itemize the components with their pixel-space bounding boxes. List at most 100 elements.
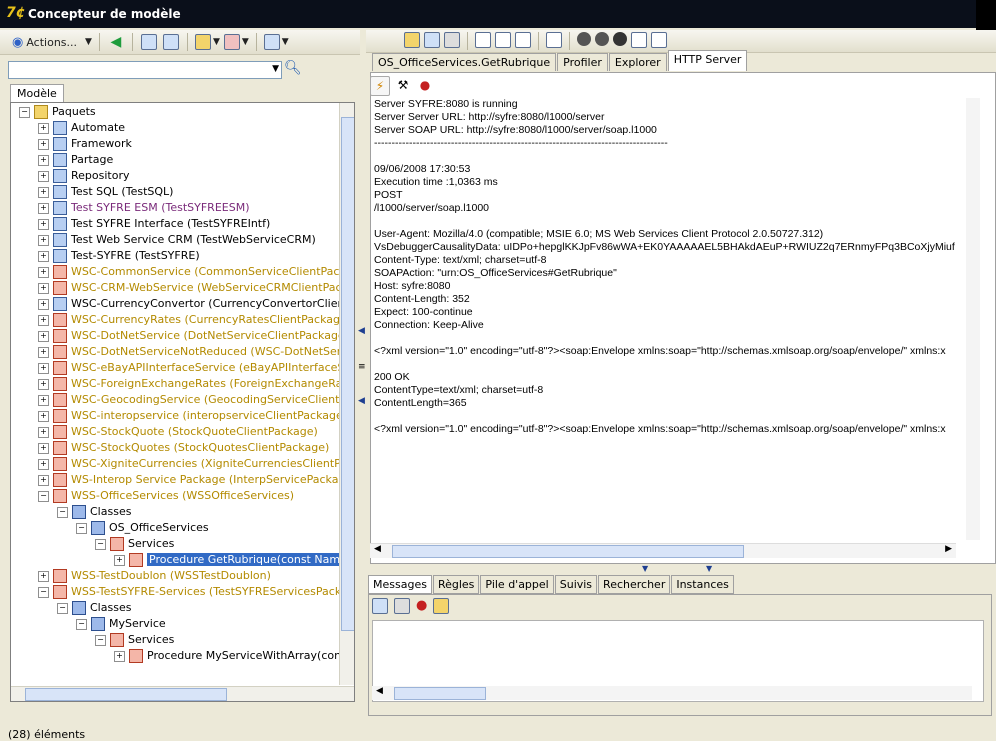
close-document-icon[interactable] xyxy=(515,32,531,48)
tree-horizontal-scrollbar-thumb[interactable] xyxy=(25,688,227,701)
tree-item[interactable]: − MyService xyxy=(76,616,166,632)
expand-icon[interactable]: + xyxy=(38,298,49,310)
expand-icon[interactable]: + xyxy=(38,282,49,294)
tree-item[interactable]: + WSC-eBayAPIInterfaceService (eBayAPIInt… xyxy=(38,360,354,376)
tree-item[interactable]: − Services xyxy=(95,536,174,552)
expand-icon[interactable]: + xyxy=(38,410,49,422)
tree-item[interactable]: + WSC-DotNetServiceNotReduced (WSC-DotNet… xyxy=(38,344,354,360)
expand-icon[interactable]: + xyxy=(38,330,49,342)
tree-item[interactable]: + WSC-CurrencyRates (CurrencyRatesClientP… xyxy=(38,312,351,328)
tools-icon[interactable]: ⚒ xyxy=(394,76,412,94)
tree-item[interactable]: − WSS-TestSYFRE-Services (TestSYFREServic… xyxy=(38,584,354,600)
tree-item[interactable]: − OS_OfficeServices xyxy=(76,520,209,536)
tab-getrubrique[interactable]: OS_OfficeServices.GetRubrique xyxy=(372,53,557,71)
expand-icon[interactable]: + xyxy=(38,138,49,150)
collapse-icon[interactable]: − xyxy=(38,586,49,598)
step-icon[interactable] xyxy=(595,32,609,46)
tab-profiler[interactable]: Profiler xyxy=(557,53,608,71)
expand-icon[interactable]: + xyxy=(114,554,125,566)
expand-icon[interactable]: + xyxy=(38,202,49,214)
expand-icon[interactable]: + xyxy=(38,250,49,262)
tree-item[interactable]: + WSC-DotNetService (DotNetServiceClientP… xyxy=(38,328,349,344)
tree-horizontal-scrollbar[interactable] xyxy=(11,686,354,701)
tree-item[interactable]: + Repository xyxy=(38,168,130,184)
run-icon[interactable] xyxy=(577,32,591,46)
settings-doc-icon[interactable] xyxy=(651,32,667,48)
tree-item[interactable]: + WSC-interopservice (interopserviceClien… xyxy=(38,408,347,424)
tree-item[interactable]: + WS-Interop Service Package (InterpServi… xyxy=(38,472,354,488)
expand-icon[interactable]: + xyxy=(38,218,49,230)
tree-root[interactable]: − Paquets xyxy=(19,104,96,120)
actions-menu-button[interactable]: ◉ Actions... ▼ xyxy=(12,33,92,51)
record-icon[interactable]: ● xyxy=(416,76,434,94)
tab-instances[interactable]: Instances xyxy=(671,575,734,594)
expand-icon[interactable]: + xyxy=(38,266,49,278)
tree-item[interactable]: + WSC-CurrencyConvertor (CurrencyConverto… xyxy=(38,296,354,312)
expand-icon[interactable]: + xyxy=(38,442,49,454)
tree-item[interactable]: + WSC-StockQuotes (StockQuotesClientPacka… xyxy=(38,440,329,456)
tree-item[interactable]: − WSS-OfficeServices (WSSOfficeServices) xyxy=(38,488,294,504)
expand-icon[interactable]: + xyxy=(38,186,49,198)
collapse-icon[interactable]: − xyxy=(38,490,49,502)
scroll-right-icon[interactable]: ▶ xyxy=(945,544,952,554)
tree-item[interactable]: + Automate xyxy=(38,120,125,136)
package-tree[interactable]: + Procedure MyServiceWithArray(const p − Se… xyxy=(10,102,355,702)
view-button[interactable]: ▼ xyxy=(263,33,289,51)
save-button[interactable] xyxy=(162,33,180,51)
tree-item[interactable]: + Procedure GetRubrique(const Name:string… xyxy=(114,552,354,568)
copy-icon[interactable] xyxy=(495,32,511,48)
search-icon[interactable]: 🔍︎ xyxy=(284,60,302,76)
tree-item[interactable]: − Classes xyxy=(57,504,131,520)
scroll-left-icon[interactable]: ◀ xyxy=(374,544,381,554)
expand-icon[interactable]: + xyxy=(38,346,49,358)
new-item-button[interactable]: ▼ xyxy=(194,33,220,51)
collapse-icon[interactable]: − xyxy=(76,618,87,630)
tree-item[interactable]: − Services xyxy=(95,632,174,648)
save-icon[interactable] xyxy=(424,32,440,48)
collapse-left-icon[interactable]: ◀ xyxy=(358,326,365,336)
tab-suivis[interactable]: Suivis xyxy=(554,575,598,594)
collapse-icon[interactable]: − xyxy=(57,602,68,614)
scroll-left-icon[interactable]: ◀ xyxy=(376,686,383,696)
record-icon[interactable]: ● xyxy=(416,598,427,614)
tab-regles[interactable]: Règles xyxy=(432,575,480,594)
tree-item[interactable]: + Test SYFRE ESM (TestSYFREESM) xyxy=(38,200,250,216)
expand-icon[interactable]: + xyxy=(38,314,49,326)
expand-icon[interactable]: + xyxy=(38,154,49,166)
document-icon[interactable] xyxy=(475,32,491,48)
tab-modele[interactable]: Modèle xyxy=(10,84,64,102)
tab-pile-appel[interactable]: Pile d'appel xyxy=(480,575,554,594)
expand-icon[interactable]: + xyxy=(38,570,49,582)
bottom-splitter[interactable]: ▼ ▼ xyxy=(636,564,716,574)
tab-rechercher[interactable]: Rechercher xyxy=(598,575,671,594)
tree-item[interactable]: + WSC-ForeignExchangeRates (ForeignExchan… xyxy=(38,376,354,392)
tree-item[interactable]: + Test-SYFRE (TestSYFRE) xyxy=(38,248,200,264)
expand-icon[interactable]: + xyxy=(38,170,49,182)
collapse-left-icon[interactable]: ◀ xyxy=(358,396,365,406)
tree-item[interactable]: + Framework xyxy=(38,136,132,152)
messages-horizontal-scrollbar[interactable]: ◀ xyxy=(372,686,972,700)
tree-item[interactable]: + WSC-StockQuote (StockQuoteClientPackage… xyxy=(38,424,318,440)
collapse-icon[interactable]: − xyxy=(57,506,68,518)
properties-icon[interactable] xyxy=(546,32,562,48)
tree-item[interactable]: + Test Web Service CRM (TestWebServiceCRM… xyxy=(38,232,316,248)
tree-item[interactable]: + WSC-CommonService (CommonServiceClientP… xyxy=(38,264,354,280)
tree-item[interactable]: − Classes xyxy=(57,600,131,616)
expand-icon[interactable]: + xyxy=(38,122,49,134)
collapse-icon[interactable]: − xyxy=(95,634,106,646)
lightning-icon[interactable]: ⚡ xyxy=(370,76,390,96)
tree-item[interactable]: + Partage xyxy=(38,152,113,168)
save-icon[interactable] xyxy=(372,598,388,614)
tree-vertical-scrollbar[interactable] xyxy=(339,103,354,685)
expand-icon[interactable]: + xyxy=(114,650,125,662)
expand-icon[interactable]: + xyxy=(38,426,49,438)
expand-icon[interactable]: + xyxy=(38,234,49,246)
tree-item[interactable]: + Test SQL (TestSQL) xyxy=(38,184,173,200)
expand-icon[interactable]: + xyxy=(38,378,49,390)
tree-item[interactable]: + Test SYFRE Interface (TestSYFREIntf) xyxy=(38,216,270,232)
format-button[interactable]: ▼ xyxy=(223,33,249,51)
tab-http-server[interactable]: HTTP Server xyxy=(667,50,748,71)
tab-messages[interactable]: Messages xyxy=(368,575,432,594)
collapse-icon[interactable]: − xyxy=(95,538,106,550)
print-icon[interactable] xyxy=(444,32,460,48)
